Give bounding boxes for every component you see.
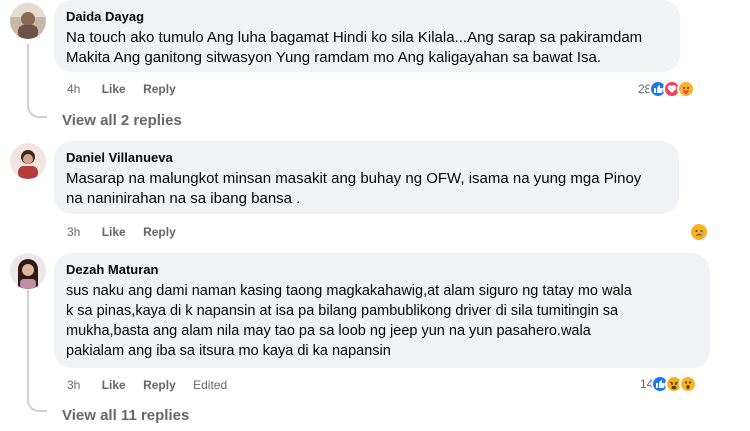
thread-line-3	[27, 290, 29, 400]
like-button[interactable]: Like	[102, 82, 126, 96]
comment-author[interactable]: Daniel Villanueva	[66, 149, 667, 166]
comment-text-line: pakialam ang iba sa itsura mo kaya di ka…	[66, 343, 391, 359]
avatar-image	[10, 3, 46, 39]
wow-icon	[679, 375, 698, 393]
like-button[interactable]: Like	[102, 225, 126, 239]
thread-line-1	[27, 44, 29, 106]
avatar[interactable]	[10, 143, 46, 179]
comment-text-line: Na touch ako tumulo Ang luha bagamat Hin…	[66, 29, 643, 46]
comment-author[interactable]: Dezah Maturan	[66, 261, 698, 278]
avatar[interactable]	[10, 3, 46, 39]
thread-curve-1	[27, 104, 47, 118]
comment-text: Na touch ako tumulo Ang luha bagamat Hin…	[66, 28, 668, 68]
reply-button[interactable]: Reply	[143, 225, 176, 239]
comment-timestamp[interactable]: 3h	[67, 378, 80, 392]
comment-text-line: Masarap na malungkot minsan masakit ang …	[66, 170, 642, 187]
like-button[interactable]: Like	[102, 378, 126, 392]
comment-bubble: Dezah Maturan sus naku ang dami naman ka…	[54, 253, 710, 368]
comment-text: Masarap na malungkot minsan masakit ang …	[66, 169, 667, 209]
sad-icon	[689, 222, 709, 242]
comment-bubble: Daida Dayag Na touch ako tumulo Ang luha…	[54, 0, 680, 72]
care-icon	[677, 80, 696, 98]
comment-text-line: Makita Ang ganitong sitwasyon Yung ramda…	[66, 49, 602, 66]
view-replies-link[interactable]: View all 11 replies	[62, 406, 189, 426]
comment-bubble: Daniel Villanueva Masarap na malungkot m…	[54, 141, 679, 214]
avatar-image	[10, 143, 46, 179]
view-replies-link[interactable]: View all 2 replies	[62, 111, 182, 131]
comment-text-line: mukha,basta ang alam nila may tao pa sa …	[66, 323, 591, 339]
comment-timestamp[interactable]: 4h	[67, 82, 80, 96]
comment-text-line: na naninirahan na sa ibang bansa .	[66, 190, 301, 207]
comment-text-line: sus naku ang dami naman kasing taong mag…	[66, 283, 632, 299]
comment-actions: 3h Like Reply	[67, 224, 190, 240]
thread-curve-3	[27, 398, 47, 412]
avatar-image	[10, 253, 46, 289]
comment-text-line: k sa pinas,kaya di k napansin at isa pa …	[66, 303, 619, 319]
comment-actions: 3h Like Reply Edited	[67, 377, 241, 393]
comment-author[interactable]: Daida Dayag	[66, 8, 668, 25]
reply-button[interactable]: Reply	[143, 82, 176, 96]
reaction-summary[interactable]: 28	[638, 80, 696, 98]
reaction-summary[interactable]: 14	[640, 375, 698, 393]
comment-timestamp[interactable]: 3h	[67, 225, 80, 239]
avatar[interactable]	[10, 253, 46, 289]
comment-text: sus naku ang dami naman kasing taong mag…	[66, 281, 698, 361]
reply-button[interactable]: Reply	[143, 378, 176, 392]
comment-actions: 4h Like Reply	[67, 81, 190, 97]
reaction-summary[interactable]	[689, 222, 709, 242]
edited-label: Edited	[193, 378, 228, 392]
